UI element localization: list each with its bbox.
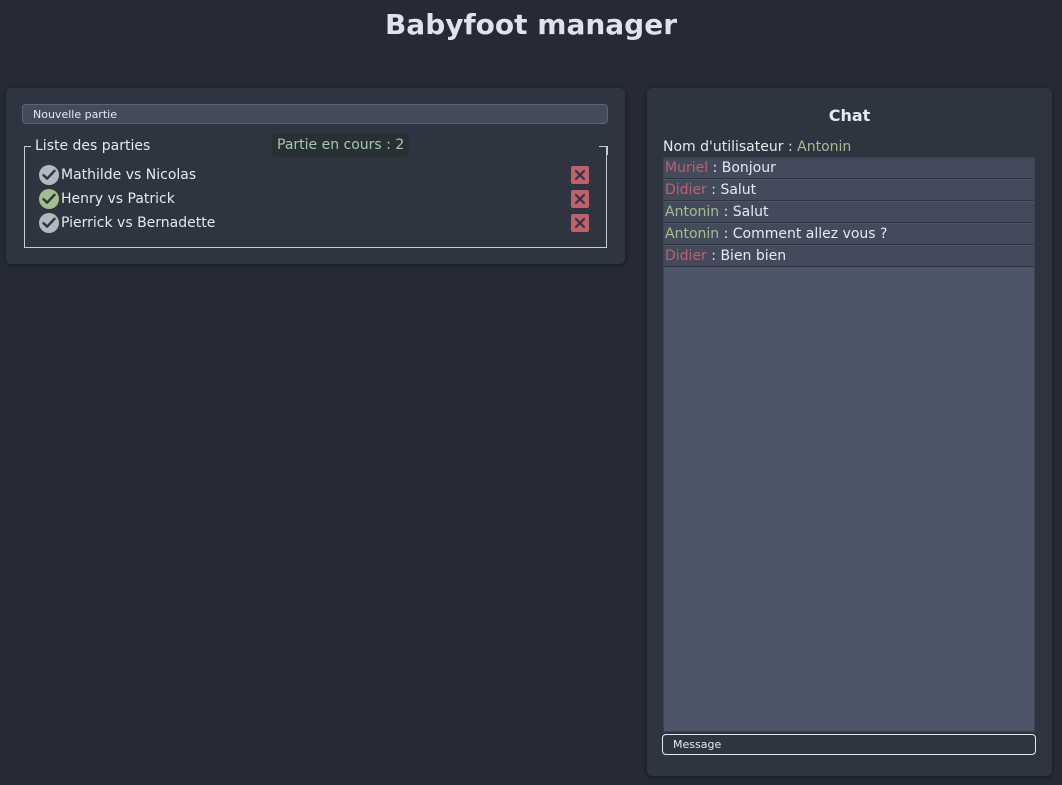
game-label: Pierrick vs Bernadette	[61, 215, 216, 231]
message-separator: :	[719, 204, 733, 220]
message-author: Antonin	[665, 204, 720, 220]
message-author: Muriel	[665, 160, 709, 176]
message-input[interactable]	[662, 734, 1036, 755]
chat-message: Antonin : Salut	[664, 202, 1034, 223]
game-label: Henry vs Patrick	[61, 191, 175, 207]
games-panel: Liste des parties Partie en cours : 2 Ma…	[6, 88, 625, 264]
chat-message: Didier : Bien bien	[664, 246, 1034, 267]
message-author: Antonin	[665, 226, 720, 242]
fieldset-corner	[598, 146, 608, 155]
chat-messages-area[interactable]: Muriel : Bonjour Didier : Salut Antonin …	[663, 157, 1035, 732]
close-icon	[574, 217, 586, 229]
message-text: Salut	[720, 182, 757, 198]
chat-panel: Chat Nom d'utilisateur : Antonin Muriel …	[647, 88, 1052, 776]
chat-title: Chat	[828, 106, 871, 125]
username-label: Nom d'utilisateur :	[663, 139, 798, 155]
message-text: Salut	[732, 204, 769, 220]
chat-message: Muriel : Bonjour	[664, 158, 1034, 179]
message-text: Bonjour	[721, 160, 776, 176]
chat-message: Didier : Salut	[664, 180, 1034, 201]
chat-username-line: Nom d'utilisateur : Antonin	[663, 138, 851, 156]
message-separator: :	[706, 248, 721, 264]
message-separator: :	[719, 226, 733, 242]
check-circle-icon[interactable]	[39, 213, 59, 233]
message-text: Comment allez vous ?	[732, 226, 888, 242]
chat-message: Antonin : Comment allez vous ?	[664, 224, 1034, 245]
games-list-legend: Liste des parties	[33, 137, 153, 155]
close-icon	[574, 193, 586, 205]
message-separator: :	[706, 182, 721, 198]
username-value: Antonin	[797, 139, 852, 155]
new-game-input[interactable]	[22, 104, 608, 124]
game-label: Mathilde vs Nicolas	[61, 167, 197, 183]
message-author: Didier	[665, 248, 707, 264]
page-title: Babyfoot manager	[384, 8, 678, 41]
delete-game-button[interactable]	[571, 190, 589, 208]
game-row: Mathilde vs Nicolas	[39, 164, 591, 186]
message-author: Didier	[665, 182, 707, 198]
delete-game-button[interactable]	[571, 214, 589, 232]
ongoing-count-badge: Partie en cours : 2	[272, 133, 410, 157]
message-text: Bien bien	[720, 248, 787, 264]
message-separator: :	[708, 160, 722, 176]
check-circle-icon[interactable]	[39, 165, 59, 185]
games-list-fieldset: Liste des parties Partie en cours : 2 Ma…	[23, 133, 608, 248]
fieldset-corner	[23, 146, 31, 155]
game-row: Henry vs Patrick	[39, 188, 591, 210]
delete-game-button[interactable]	[571, 166, 589, 184]
check-circle-icon[interactable]	[39, 189, 59, 209]
close-icon	[574, 169, 586, 181]
game-row: Pierrick vs Bernadette	[39, 212, 591, 234]
